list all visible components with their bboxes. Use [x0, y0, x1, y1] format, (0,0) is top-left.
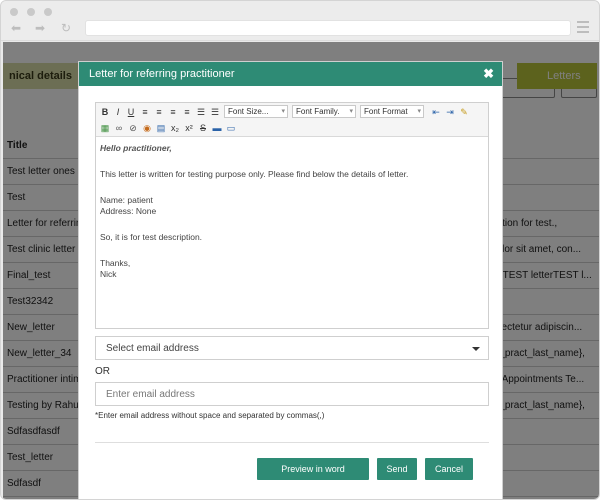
- letter-description: So, it is for test description.: [100, 232, 203, 242]
- letter-closing: Thanks,: [100, 258, 131, 268]
- align-left-icon[interactable]: ≡: [139, 106, 151, 118]
- subscript-icon[interactable]: x₂: [169, 122, 181, 134]
- align-justify-icon[interactable]: ≡: [181, 106, 193, 118]
- bold-icon[interactable]: B: [99, 106, 111, 118]
- or-label: OR: [95, 366, 110, 377]
- chevron-down-icon: ▾: [349, 108, 353, 115]
- close-icon[interactable]: ✖: [483, 66, 494, 82]
- superscript-icon[interactable]: x²: [183, 122, 195, 134]
- font-size-label: Font Size...: [228, 107, 269, 116]
- font-format-select[interactable]: Font Format ▾: [360, 105, 424, 118]
- image-icon[interactable]: ▦: [99, 122, 111, 134]
- window-dot-icon[interactable]: [27, 8, 35, 16]
- window-dot-icon[interactable]: [10, 8, 18, 16]
- rich-text-editor[interactable]: B I U ≡ ≡ ≡ ≡ ☰ ☰ Font Size... ▾ Font Fam…: [95, 102, 489, 329]
- back-arrow-icon[interactable]: ⬅: [11, 21, 21, 35]
- letter-name: Name: patient: [100, 195, 153, 205]
- modal-header: Letter for referring practitioner ✖: [79, 62, 502, 86]
- browser-chrome: ⬅ ➡ ↻: [1, 1, 599, 41]
- font-format-label: Font Format: [364, 107, 408, 116]
- email-input[interactable]: Enter email address: [95, 382, 489, 406]
- ordered-list-icon[interactable]: ☰: [195, 106, 207, 118]
- forward-arrow-icon[interactable]: ➡: [35, 21, 45, 35]
- edit-icon[interactable]: ✎: [458, 106, 470, 118]
- email-input-placeholder: Enter email address: [106, 389, 195, 400]
- email-hint: *Enter email address without space and s…: [95, 411, 325, 420]
- unordered-list-icon[interactable]: ☰: [209, 106, 221, 118]
- font-size-select[interactable]: Font Size... ▾: [224, 105, 288, 118]
- window-dot-icon[interactable]: [44, 8, 52, 16]
- align-center-icon[interactable]: ≡: [153, 106, 165, 118]
- italic-icon[interactable]: I: [112, 106, 124, 118]
- link-icon[interactable]: ∞: [113, 122, 125, 134]
- browser-window: ⬅ ➡ ↻ nical details Letters Title Test l…: [0, 0, 600, 500]
- divider: [95, 442, 489, 443]
- address-bar[interactable]: [85, 20, 571, 36]
- letter-body[interactable]: Hello practitioner, This letter is writt…: [100, 143, 484, 280]
- chevron-down-icon: ▾: [417, 108, 421, 115]
- reload-icon[interactable]: ↻: [61, 21, 71, 35]
- font-family-select[interactable]: Font Family. ▾: [292, 105, 356, 118]
- editor-toolbar: B I U ≡ ≡ ≡ ≡ ☰ ☰ Font Size... ▾ Font Fam…: [96, 103, 488, 137]
- strikethrough-icon[interactable]: S: [197, 122, 209, 134]
- letter-modal: Letter for referring practitioner ✖ B I …: [78, 61, 503, 499]
- email-select-placeholder: Select email address: [106, 343, 199, 354]
- align-right-icon[interactable]: ≡: [167, 106, 179, 118]
- unlink-icon[interactable]: ⊘: [127, 122, 139, 134]
- menu-icon[interactable]: [577, 21, 589, 33]
- letter-paragraph: This letter is written for testing purpo…: [100, 169, 409, 179]
- modal-title: Letter for referring practitioner: [89, 68, 235, 80]
- color-icon[interactable]: ◉: [141, 122, 153, 134]
- font-family-label: Font Family.: [296, 107, 340, 116]
- horizontal-rule-icon[interactable]: ▬: [211, 122, 223, 134]
- email-select[interactable]: Select email address: [95, 336, 489, 360]
- letter-signature: Nick: [100, 269, 117, 279]
- source-code-icon[interactable]: ▭: [225, 122, 237, 134]
- outdent-icon[interactable]: ⇤: [430, 106, 442, 118]
- underline-icon[interactable]: U: [125, 106, 137, 118]
- send-button[interactable]: Send: [377, 458, 417, 480]
- chevron-down-icon: [472, 347, 480, 351]
- letter-greeting: Hello practitioner,: [100, 143, 172, 153]
- table-icon[interactable]: ▤: [155, 122, 167, 134]
- indent-icon[interactable]: ⇥: [444, 106, 456, 118]
- preview-button[interactable]: Preview in word: [257, 458, 369, 480]
- chevron-down-icon: ▾: [281, 108, 285, 115]
- cancel-button[interactable]: Cancel: [425, 458, 473, 480]
- letter-address: Address: None: [100, 206, 157, 216]
